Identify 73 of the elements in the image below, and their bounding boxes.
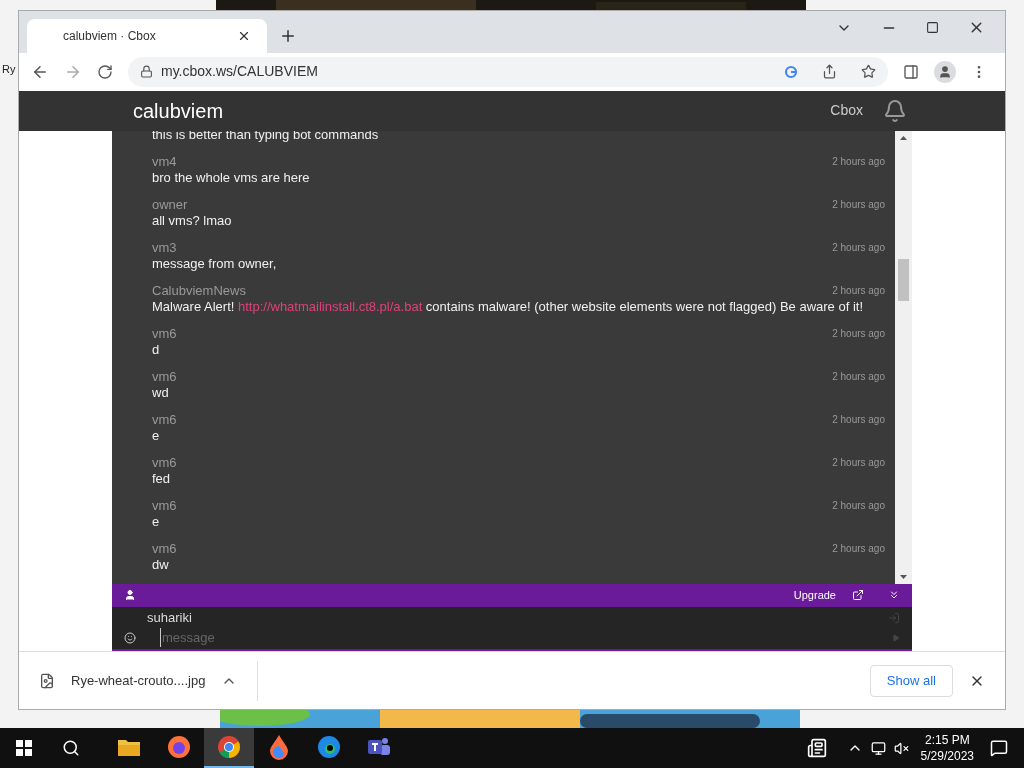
message-text: wd — [152, 383, 170, 401]
download-filename[interactable]: Rye-wheat-crouto....jpg — [71, 670, 206, 691]
scrollbar[interactable] — [895, 130, 912, 584]
message-text: e — [152, 512, 161, 530]
folder-icon — [117, 737, 141, 757]
emoji-icon[interactable] — [124, 631, 136, 644]
lock-icon — [140, 65, 153, 79]
share-icon[interactable] — [822, 64, 837, 80]
cbox-link[interactable]: Cbox — [830, 100, 863, 122]
search-icon[interactable] — [62, 739, 80, 757]
tab-title: calubviem · Cbox — [63, 27, 156, 45]
message-time: 2 hours ago — [832, 369, 885, 384]
message-author: vm6 — [152, 454, 177, 470]
file-icon — [39, 672, 55, 689]
scroll-down-icon[interactable] — [900, 574, 907, 579]
news-icon[interactable] — [806, 738, 827, 758]
scrollbar-thumb[interactable] — [898, 258, 909, 301]
message-text: dw — [152, 555, 170, 573]
browser-tab[interactable]: calubviem · Cbox — [27, 18, 267, 53]
upgrade-button[interactable]: Upgrade — [793, 587, 836, 604]
message-author: vm6 — [152, 368, 177, 384]
show-all-button[interactable]: Show all — [869, 664, 953, 697]
username: suhariki — [147, 609, 192, 628]
site-title: calubviem — [133, 98, 224, 124]
message-author: vm6 — [152, 497, 177, 513]
message-text: message from owner, — [152, 254, 278, 272]
firefox-icon — [167, 735, 191, 759]
message-time: 2 hours ago — [832, 240, 885, 255]
scroll-up-icon[interactable] — [900, 135, 907, 140]
reload-icon[interactable] — [97, 63, 113, 80]
droplet-icon — [268, 734, 290, 760]
popout-icon[interactable] — [852, 589, 864, 602]
google-icon[interactable] — [784, 64, 798, 79]
address-field[interactable]: my.cbox.ws/CALUBVIEM — [128, 56, 888, 87]
side-panel-icon[interactable] — [903, 63, 919, 80]
chrome-icon — [217, 735, 241, 759]
message-author: vm6 — [152, 325, 177, 341]
teams-icon — [367, 736, 391, 758]
maximize-icon[interactable] — [926, 21, 939, 34]
clock-time[interactable]: 2:15 PM — [924, 732, 970, 748]
notifications-icon[interactable] — [990, 739, 1008, 757]
message-time: 2 hours ago — [832, 154, 885, 169]
message-time: 2 hours ago — [832, 283, 885, 298]
message-time: 2 hours ago — [832, 541, 885, 556]
user-icon[interactable] — [124, 589, 136, 602]
message-text: e — [152, 426, 161, 444]
taskbar-app[interactable] — [204, 728, 254, 768]
network-icon[interactable] — [870, 740, 886, 756]
clock-date[interactable]: 5/29/2023 — [920, 748, 974, 764]
volume-muted-icon[interactable] — [893, 740, 909, 756]
bookmark-star-icon[interactable] — [861, 64, 876, 80]
message-time: 2 hours ago — [832, 197, 885, 212]
message-text: all vms? lmao — [152, 211, 233, 229]
message-author: vm4 — [152, 153, 177, 169]
message-author: vm3 — [152, 239, 177, 255]
message-time: 2 hours ago — [832, 455, 885, 470]
message-author: CalubviemNews — [152, 282, 246, 298]
message-author: vm6 — [152, 411, 177, 427]
edge-icon — [317, 735, 341, 759]
message-text: Malware Alert! http://whatmailinstall.ct8.pl/a.bat contains malware! (other website elements were not flagged) Be aware of it! — [152, 297, 865, 315]
message-text: d — [152, 340, 161, 358]
desktop-icon-label: Ry — [2, 62, 16, 77]
message-author: owner — [152, 196, 188, 212]
message-time: 2 hours ago — [832, 412, 885, 427]
message-text: bro the whole vms are here — [152, 168, 311, 186]
message-time: 2 hours ago — [832, 498, 885, 513]
message-text: fed — [152, 469, 172, 487]
bell-icon[interactable] — [883, 98, 907, 123]
message-time: 2 hours ago — [832, 326, 885, 341]
windows-start-icon[interactable] — [16, 740, 32, 756]
message-author: vm6 — [152, 540, 177, 556]
url-text: my.cbox.ws/CALUBVIEM — [161, 62, 318, 82]
profile-avatar[interactable] — [934, 60, 956, 83]
